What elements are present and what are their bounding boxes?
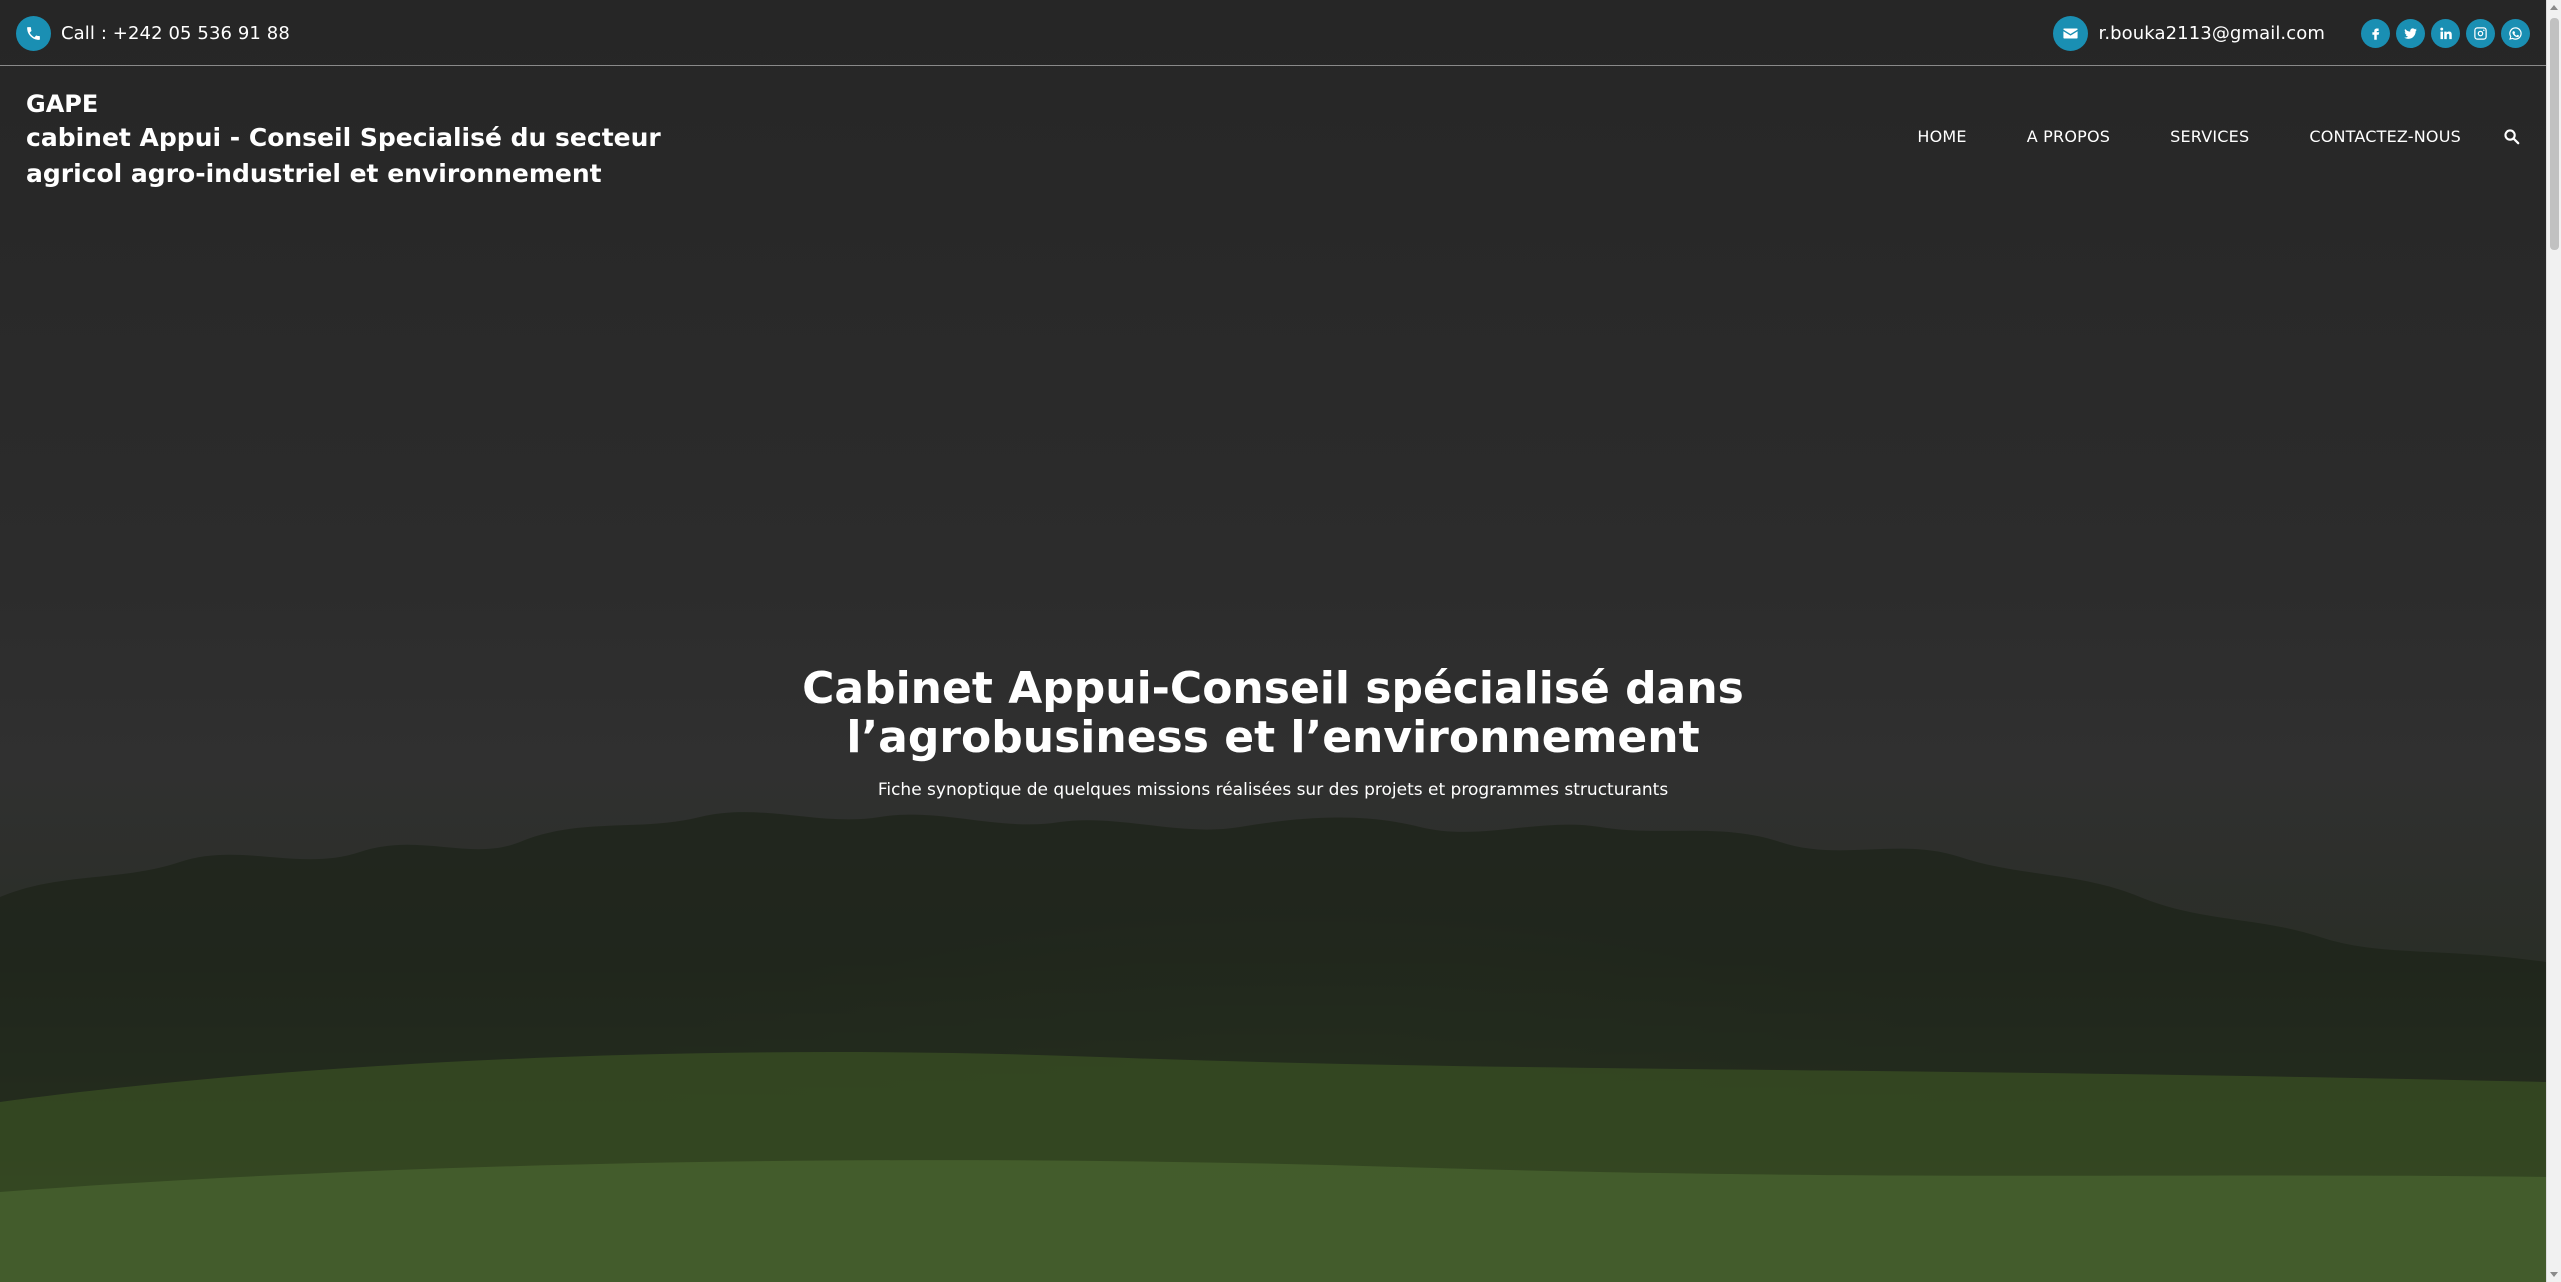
site-brand[interactable]: GAPE cabinet Appui - Conseil Specialisé … (26, 88, 746, 192)
nav-item-contactez-nous[interactable]: CONTACTEZ-NOUS (2309, 127, 2461, 146)
linkedin-icon[interactable] (2431, 19, 2460, 48)
email-contact[interactable]: r.bouka2113@gmail.com (2053, 16, 2325, 51)
social-links (2361, 19, 2530, 48)
instagram-icon[interactable] (2466, 19, 2495, 48)
nav-item-a-propos[interactable]: A PROPOS (2027, 127, 2110, 146)
top-bar: Call : +242 05 536 91 88 r.bouka2113@gma… (0, 0, 2546, 66)
whatsapp-icon[interactable] (2501, 19, 2530, 48)
nav-item-services[interactable]: SERVICES (2170, 127, 2249, 146)
page-scrollbar[interactable] (2546, 0, 2561, 1282)
hero-title-line-1: Cabinet Appui-Conseil spécialisé dans (802, 663, 1744, 714)
phone-text: Call : +242 05 536 91 88 (61, 23, 290, 44)
facebook-icon[interactable] (2361, 19, 2390, 48)
hero-title: Cabinet Appui-Conseil spécialisé dans l’… (0, 664, 2546, 762)
scroll-down-arrow-icon[interactable] (2550, 1272, 2558, 1277)
main-nav: HOME A PROPOS SERVICES CONTACTEZ-NOUS (1857, 126, 2521, 146)
site-tagline: cabinet Appui - Conseil Specialisé du se… (26, 123, 661, 188)
search-icon[interactable] (2501, 126, 2521, 146)
nav-item-home[interactable]: HOME (1917, 127, 1966, 146)
hero-title-line-2: l’agrobusiness et l’environnement (846, 712, 1700, 763)
hero-background-treeline (0, 812, 2546, 1282)
twitter-icon[interactable] (2396, 19, 2425, 48)
email-text: r.bouka2113@gmail.com (2098, 23, 2325, 44)
phone-contact[interactable]: Call : +242 05 536 91 88 (16, 16, 290, 51)
site-name: GAPE (26, 90, 99, 118)
page: Call : +242 05 536 91 88 r.bouka2113@gma… (0, 0, 2561, 1282)
envelope-icon (2053, 16, 2089, 51)
hero-subtitle: Fiche synoptique de quelques missions ré… (877, 780, 1669, 800)
hero-section: Cabinet Appui-Conseil spécialisé dans l’… (0, 664, 2546, 800)
scroll-up-arrow-icon[interactable] (2550, 5, 2558, 10)
scrollbar-thumb[interactable] (2550, 18, 2559, 250)
phone-icon (16, 16, 51, 51)
